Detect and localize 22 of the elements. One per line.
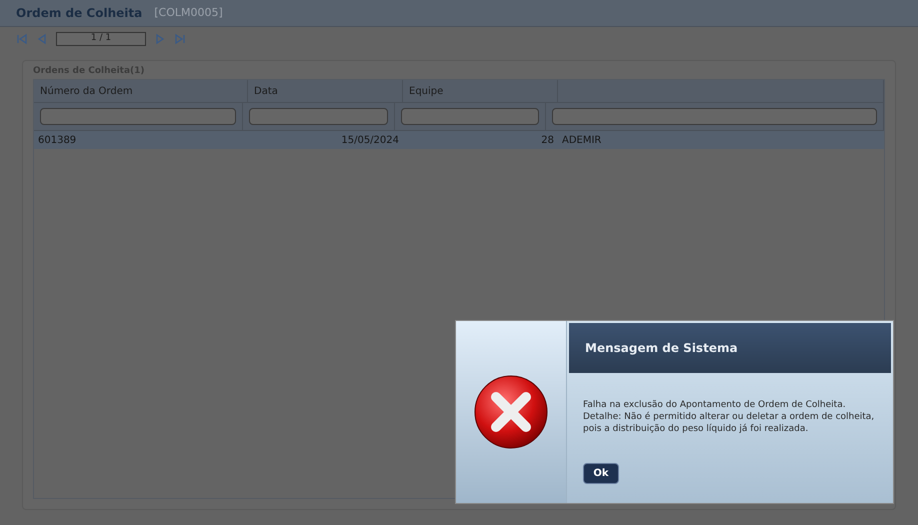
error-icon — [474, 375, 548, 449]
table-cell-text: 28 — [540, 134, 555, 148]
table-row[interactable]: 601389 15/05/2024 28 ADEMIR — [34, 130, 884, 149]
ok-button[interactable]: Ok — [583, 463, 619, 484]
last-page-icon[interactable] — [174, 33, 186, 45]
filter-field[interactable] — [40, 108, 236, 125]
first-page-icon[interactable] — [16, 33, 28, 45]
message-text: Falha na exclusão do Apontamento de Ordem de Colheita. — [583, 399, 847, 411]
next-page-icon[interactable] — [154, 33, 166, 45]
page-field[interactable]: 1 / 1 — [56, 32, 146, 46]
window-title: Ordem de Colheita — [16, 5, 142, 22]
table-cell-text: ADEMIR — [561, 134, 602, 148]
table-cell-text: 15/05/2024 — [340, 134, 400, 148]
table-cell-text: 601389 — [37, 134, 78, 148]
message-text: Detalhe: Não é permitido alterar ou deletar a ordem de colheita, — [583, 411, 876, 423]
screen-code: [COLM0005] — [154, 4, 223, 21]
previous-page-icon[interactable] — [36, 33, 48, 45]
filter-field[interactable] — [552, 108, 877, 125]
filter-field[interactable] — [249, 108, 388, 125]
message-text: pois a distribuição do peso líquido já foi realizada. — [583, 423, 810, 435]
filter-field[interactable] — [400, 108, 539, 125]
dialog-title: Mensagem de Sistema — [585, 340, 738, 357]
